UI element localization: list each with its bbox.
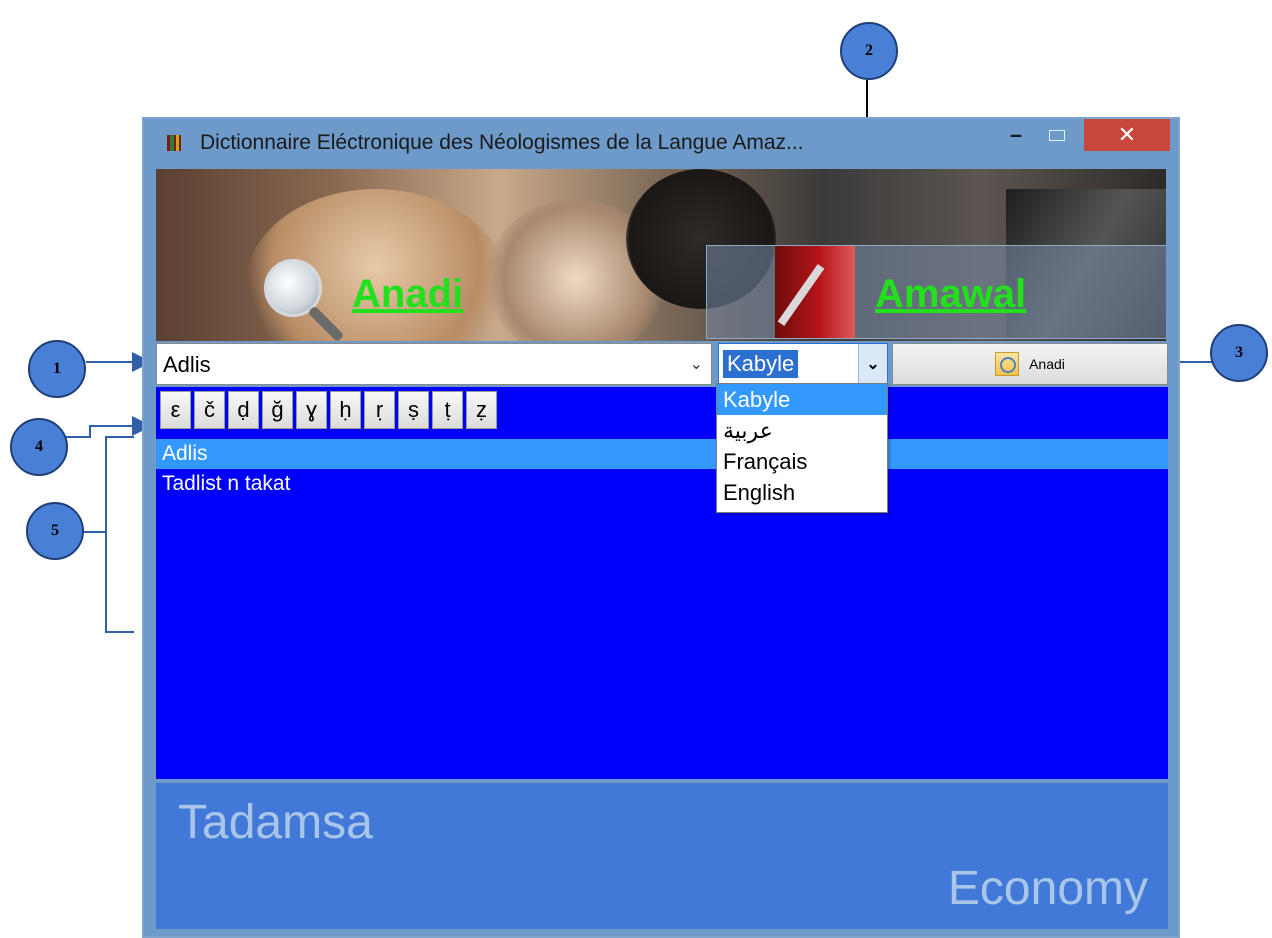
header-banner: Anadi Amawal (156, 169, 1166, 341)
char-key-c-caron[interactable]: č (194, 391, 225, 429)
search-icon (995, 352, 1020, 376)
amawal-box[interactable]: Amawal (706, 245, 1166, 339)
maximize-button[interactable] (1037, 119, 1077, 151)
char-key-gamma[interactable]: ɣ (296, 391, 327, 429)
char-key-r-dot[interactable]: ṛ (364, 391, 395, 429)
results-panel: ε č ḍ ğ ɣ ḥ ṛ ṣ ṭ ẓ Adlis Tadlist n taka… (156, 387, 1168, 779)
minimize-button[interactable]: – (996, 119, 1036, 151)
char-key-epsilon[interactable]: ε (160, 391, 191, 429)
search-button-label: Anadi (1029, 356, 1065, 372)
dictionary-book-icon (775, 246, 855, 338)
char-key-g-breve[interactable]: ğ (262, 391, 293, 429)
search-combobox[interactable]: Adlis ⌄ (156, 343, 712, 385)
char-key-s-dot[interactable]: ṣ (398, 391, 429, 429)
app-window: Dictionnaire Eléctronique des Néologisme… (142, 117, 1180, 938)
search-button[interactable]: Anadi (892, 343, 1168, 385)
language-dropdown-arrow-icon[interactable]: ⌄ (858, 344, 887, 384)
close-button[interactable]: ✕ (1084, 119, 1170, 151)
maximize-icon (1049, 129, 1065, 141)
char-key-h-dot[interactable]: ḥ (330, 391, 361, 429)
translation-text: Economy (947, 862, 1148, 915)
language-option-arabic[interactable]: عربية (717, 415, 887, 446)
anadi-link[interactable]: Anadi (352, 272, 463, 317)
result-item[interactable]: Adlis (156, 439, 1168, 469)
special-char-keyboard: ε č ḍ ğ ɣ ḥ ṛ ṣ ṭ ẓ (160, 391, 497, 429)
category-text: Tadamsa (178, 796, 373, 849)
language-option-english[interactable]: English (717, 477, 887, 508)
char-key-t-dot[interactable]: ṭ (432, 391, 463, 429)
char-key-d-dot[interactable]: ḍ (228, 391, 259, 429)
callout-5: 5 (26, 502, 84, 560)
language-select[interactable]: Kabyle ⌄ (718, 343, 888, 385)
language-option-french[interactable]: Français (717, 446, 887, 477)
callout-3: 3 (1210, 324, 1268, 382)
translation-footer: Tadamsa Economy (156, 783, 1168, 929)
window-title: Dictionnaire Eléctronique des Néologisme… (200, 131, 804, 154)
book-app-icon (167, 135, 181, 151)
language-dropdown-list: Kabyle عربية Français English (716, 383, 888, 513)
char-key-z-dot[interactable]: ẓ (466, 391, 497, 429)
pen-icon (777, 264, 825, 326)
amawal-link[interactable]: Amawal (875, 272, 1026, 317)
language-selected-value[interactable]: Kabyle (723, 350, 799, 378)
callout-1: 1 (28, 340, 86, 398)
chevron-down-icon[interactable]: ⌄ (690, 354, 703, 374)
title-bar[interactable]: Dictionnaire Eléctronique des Néologisme… (144, 119, 1178, 167)
callout-4: 4 (10, 418, 68, 476)
result-item[interactable]: Tadlist n takat (156, 469, 1168, 499)
search-input-value[interactable]: Adlis (163, 352, 211, 378)
callout-2: 2 (840, 22, 898, 80)
results-list: Adlis Tadlist n takat (156, 439, 1168, 499)
language-option-kabyle[interactable]: Kabyle (717, 384, 887, 415)
